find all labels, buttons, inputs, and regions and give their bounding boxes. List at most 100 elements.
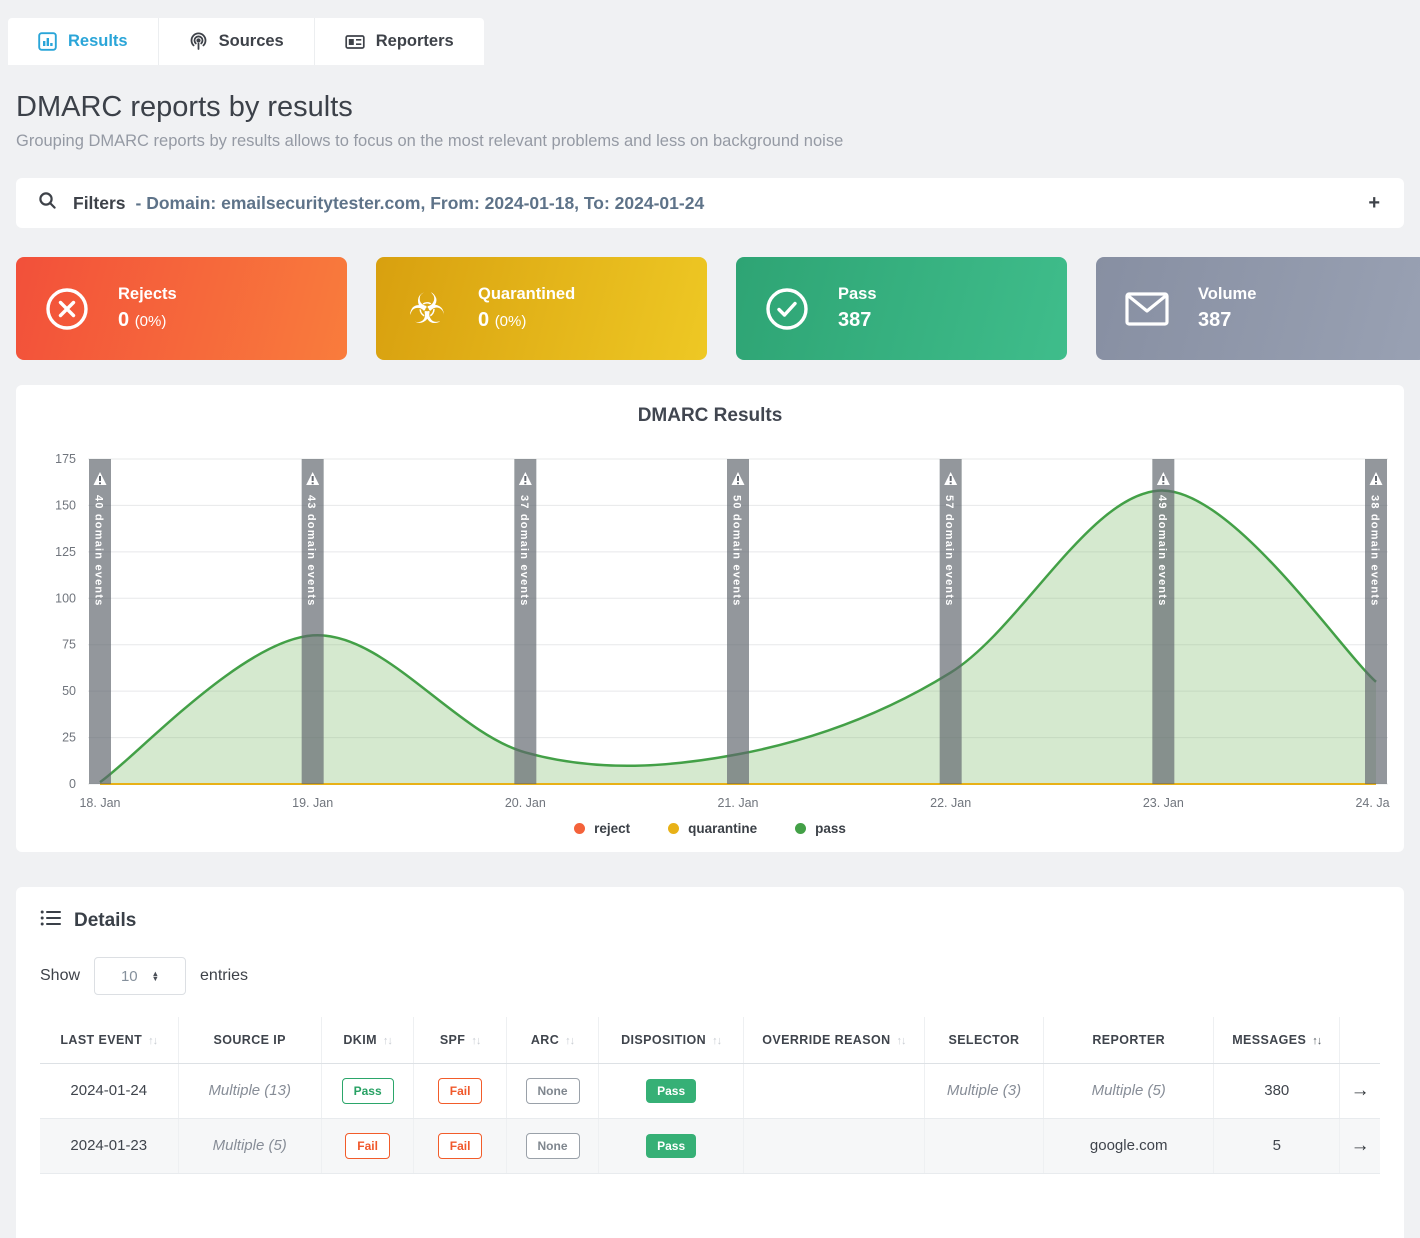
list-icon	[40, 909, 62, 933]
legend-item-reject[interactable]: reject	[574, 821, 630, 836]
column-header-override-reason[interactable]: OVERRIDE REASON↑↓	[743, 1017, 924, 1063]
legend-item-quarantine[interactable]: quarantine	[668, 821, 757, 836]
entries-label: entries	[200, 967, 248, 985]
page-size-select[interactable]: 10 ▲▼	[94, 957, 186, 995]
cell-text: Multiple (5)	[213, 1137, 287, 1154]
column-header-arc[interactable]: ARC ↑↓	[506, 1017, 598, 1063]
stat-cards: Rejects 0 (0%) ☣ Quarantined 0 (0%) Pass…	[16, 257, 1420, 360]
domain-events-annotation-label: 38 domain events	[1369, 495, 1381, 607]
y-axis-tick-label: 100	[55, 591, 76, 605]
domain-events-annotation-label: 49 domain events	[1156, 495, 1168, 607]
stat-label: Pass	[838, 285, 877, 304]
stat-label: Quarantined	[478, 285, 575, 304]
column-label: SELECTOR	[948, 1033, 1019, 1047]
select-arrows-icon: ▲▼	[152, 971, 159, 981]
domain-events-annotation-label: 40 domain events	[93, 495, 105, 607]
legend-label: pass	[815, 821, 846, 836]
podcast-icon	[189, 32, 208, 51]
table-cell: →	[1340, 1118, 1380, 1173]
table-cell: Multiple (13)	[178, 1063, 321, 1118]
cell-text: 5	[1273, 1137, 1281, 1154]
arrow-right-icon[interactable]: →	[1351, 1080, 1370, 1101]
table-cell: Multiple (5)	[178, 1118, 321, 1173]
cell-text: 2024-01-23	[70, 1137, 147, 1154]
x-axis-tick-label: 19. Jan	[292, 796, 333, 810]
legend-item-pass[interactable]: pass	[795, 821, 846, 836]
table-cell: 380	[1214, 1063, 1340, 1118]
status-badge: Pass	[646, 1134, 696, 1158]
envelope-icon	[1124, 290, 1170, 328]
chart-legend: reject quarantine pass	[30, 821, 1390, 836]
sort-icon: ↑↓	[148, 1035, 157, 1047]
stat-label: Volume	[1198, 285, 1256, 304]
tab-reporters[interactable]: Reporters	[315, 18, 484, 65]
status-badge: None	[526, 1078, 580, 1104]
biohazard-icon: ☣	[404, 288, 450, 330]
legend-dot-quarantine	[668, 823, 679, 834]
legend-dot-reject	[574, 823, 585, 834]
column-header-messages[interactable]: MESSAGES ↑↓	[1214, 1017, 1340, 1063]
y-axis-tick-label: 75	[62, 638, 76, 652]
column-header-reporter: REPORTER	[1044, 1017, 1214, 1063]
table-row: 2024-01-24Multiple (13)PassFailNonePassM…	[40, 1063, 1380, 1118]
table-cell: None	[506, 1118, 598, 1173]
cell-text: Multiple (5)	[1092, 1082, 1166, 1099]
y-axis-tick-label: 0	[69, 777, 76, 791]
arrow-right-icon[interactable]: →	[1351, 1135, 1370, 1156]
bar-chart-icon	[38, 32, 57, 51]
sort-icon: ↑↓	[897, 1035, 906, 1047]
column-header-last-event[interactable]: LAST EVENT↑↓	[40, 1017, 178, 1063]
tab-sources-label: Sources	[219, 32, 284, 51]
newspaper-icon	[345, 33, 365, 51]
column-header-spf[interactable]: SPF↑↓	[414, 1017, 506, 1063]
x-axis-tick-label: 22. Jan	[930, 796, 971, 810]
expand-filters-button[interactable]: +	[1366, 192, 1382, 215]
table-cell: Pass	[599, 1118, 744, 1173]
column-label: MESSAGES	[1232, 1033, 1306, 1047]
table-cell: Fail	[321, 1118, 413, 1173]
column-label: ARC	[531, 1033, 559, 1047]
y-axis-tick-label: 25	[62, 731, 76, 745]
stat-percent: (0%)	[495, 313, 527, 330]
y-axis-tick-label: 175	[55, 452, 76, 466]
status-badge: Pass	[342, 1078, 394, 1104]
show-label: Show	[40, 967, 80, 985]
dmarc-results-chart-card: DMARC Results 025507510012515017518. Jan…	[16, 385, 1404, 852]
column-header-disposition[interactable]: DISPOSITION↑↓	[599, 1017, 744, 1063]
y-axis-tick-label: 125	[55, 545, 76, 559]
x-axis-tick-label: 18. Jan	[79, 796, 120, 810]
sort-icon: ↑↓	[712, 1035, 721, 1047]
table-cell: Pass	[599, 1063, 744, 1118]
sort-icon: ↑↓	[565, 1035, 574, 1047]
page-title: DMARC reports by results	[16, 91, 1404, 124]
details-table: LAST EVENT↑↓SOURCE IPDKIM↑↓SPF↑↓ARC↑↓DIS…	[40, 1017, 1380, 1174]
tab-sources[interactable]: Sources	[159, 18, 315, 65]
cell-text: Multiple (13)	[208, 1082, 291, 1099]
check-circle-icon	[764, 286, 810, 332]
table-cell: Pass	[321, 1063, 413, 1118]
sort-icon: ↑↓	[471, 1035, 480, 1047]
status-badge: Pass	[646, 1079, 696, 1103]
tab-results-label: Results	[68, 32, 128, 51]
sort-icon: ↑↓	[383, 1035, 392, 1047]
table-cell: None	[506, 1063, 598, 1118]
table-cell: Fail	[414, 1063, 506, 1118]
stat-value: 0	[478, 309, 489, 331]
sort-icon: ↑↓	[1312, 1035, 1321, 1047]
page-size-value: 10	[121, 968, 138, 985]
tab-results[interactable]: Results	[8, 18, 159, 65]
legend-dot-pass	[795, 823, 806, 834]
column-header-dkim[interactable]: DKIM↑↓	[321, 1017, 413, 1063]
stat-percent: (0%)	[135, 313, 167, 330]
details-title: Details	[74, 910, 136, 932]
legend-label: quarantine	[688, 821, 757, 836]
filters-bar[interactable]: Filters - Domain: emailsecuritytester.co…	[16, 178, 1404, 228]
table-cell	[924, 1118, 1043, 1173]
cell-text: 380	[1264, 1082, 1289, 1099]
domain-events-annotation-label: 43 domain events	[305, 495, 317, 607]
status-badge: Fail	[345, 1133, 390, 1159]
dmarc-results-area-chart: 025507510012515017518. Jan19. Jan20. Jan…	[30, 437, 1390, 812]
table-cell: Multiple (3)	[924, 1063, 1043, 1118]
table-cell: →	[1340, 1063, 1380, 1118]
stat-card-volume: Volume 387	[1096, 257, 1420, 360]
